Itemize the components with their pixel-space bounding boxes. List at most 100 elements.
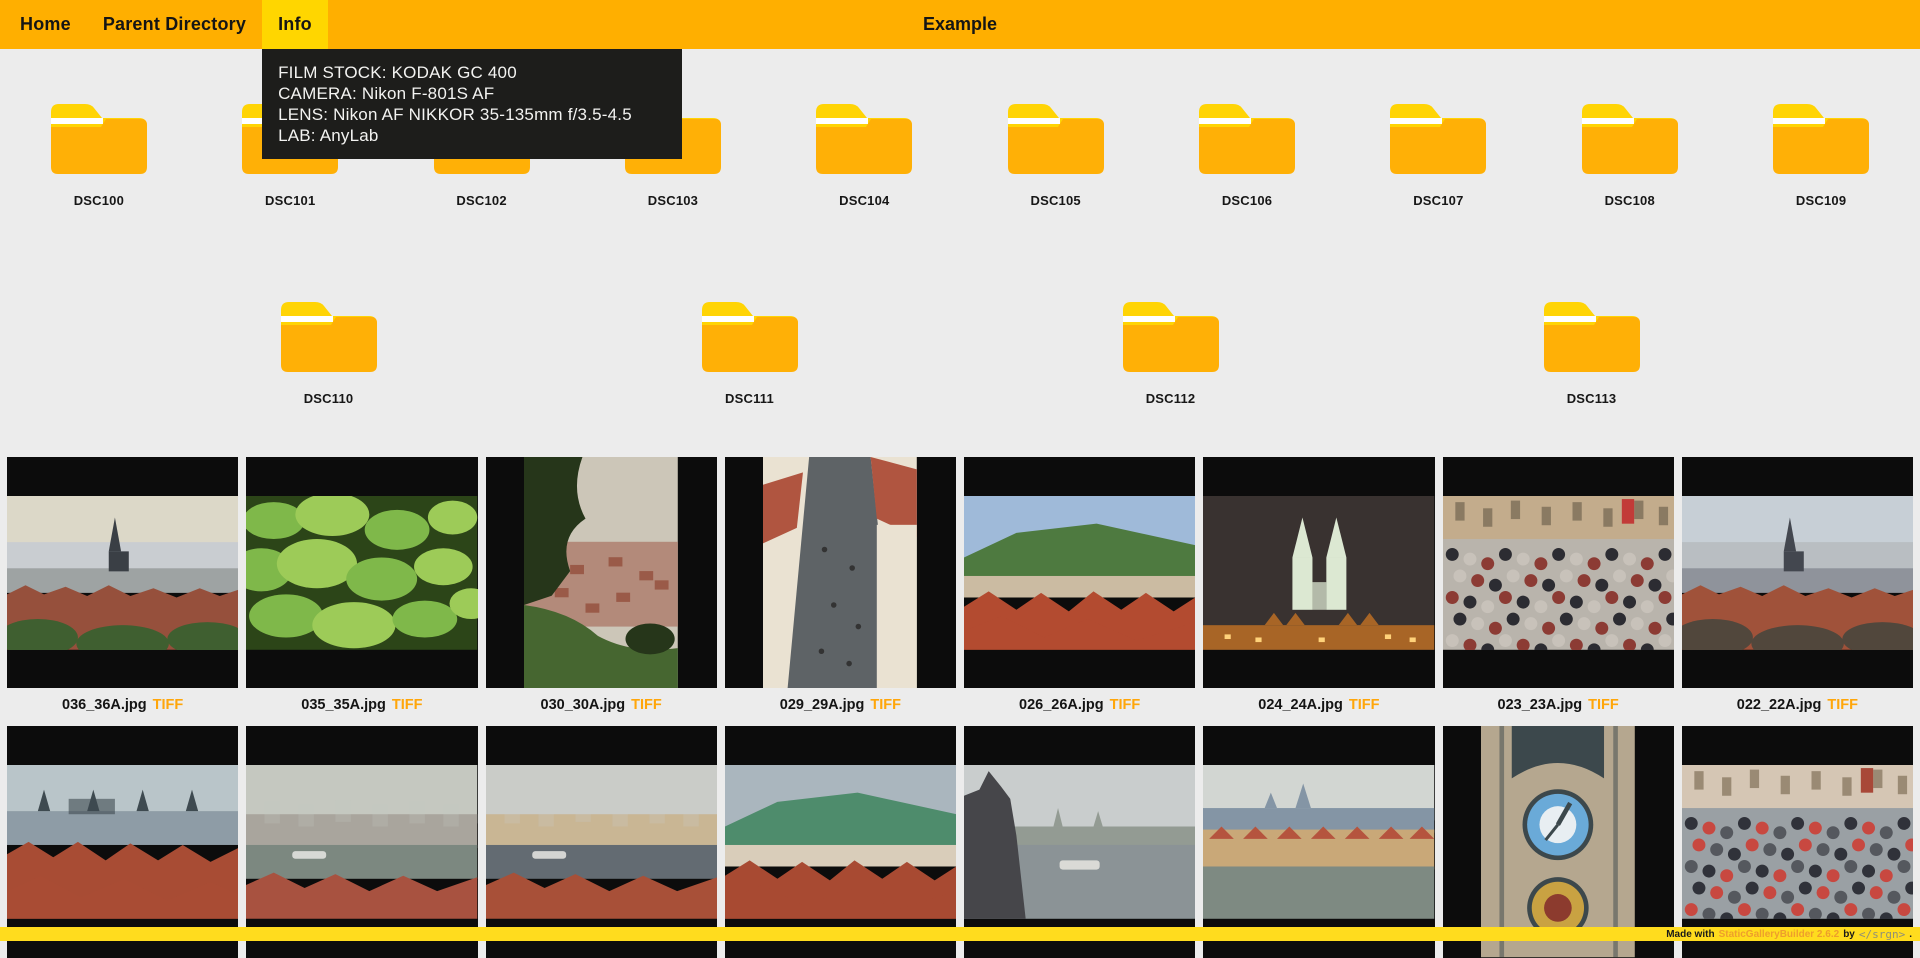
footer-brand-link[interactable]: </srgn> (1859, 928, 1905, 941)
folder-item-dsc112[interactable]: DSC112 (1078, 298, 1263, 406)
photo-thumbnail-029_29a.jpg[interactable] (725, 457, 956, 688)
folder-icon (1542, 298, 1642, 374)
photo-tiff-link[interactable]: TIFF (1349, 697, 1380, 713)
footer-made-with-text: Made with (1666, 929, 1714, 940)
photo-tiff-link[interactable]: TIFF (153, 697, 184, 713)
photo-thumbnail-023_23a.jpg[interactable] (1443, 457, 1674, 688)
photo-tiff-link[interactable]: TIFF (1588, 697, 1619, 713)
folder-item-dsc106[interactable]: DSC106 (1155, 100, 1340, 208)
photo-cell: 029_29A.jpgTIFF (725, 457, 956, 726)
photo-filename: 022_22A.jpg (1737, 697, 1822, 713)
photo-cell: 023_23A.jpg TIFF (1443, 457, 1674, 726)
photo-cell (486, 726, 717, 957)
photo-cell (1682, 726, 1913, 957)
folder-item-dsc104[interactable]: DSC104 (772, 100, 957, 208)
photo-cell: 030_30A.jpg TIFF (486, 457, 717, 726)
photo-cell (964, 726, 1195, 957)
thumbnail-image (1682, 496, 1913, 650)
folder-icon (1388, 100, 1488, 176)
photo-thumbnail[interactable] (246, 726, 477, 957)
photo-cell (1443, 726, 1674, 957)
info-popup-line: CAMERA: Nikon F-801S AF (278, 83, 666, 104)
folder-icon (279, 298, 379, 374)
footer-dot: . (1909, 929, 1912, 940)
photo-filename: 023_23A.jpg (1498, 697, 1583, 713)
info-popup-line: LAB: AnyLab (278, 125, 666, 146)
folder-icon (49, 100, 149, 176)
photo-tiff-link[interactable]: TIFF (631, 697, 662, 713)
folder-label: DSC103 (648, 193, 698, 208)
nav-item-label: Parent Directory (103, 14, 246, 35)
folder-icon (1771, 100, 1871, 176)
photo-thumbnail-026_26a.jpg[interactable] (964, 457, 1195, 688)
folder-item-dsc109[interactable]: DSC109 (1729, 100, 1914, 208)
photo-cell: 026_26A.jpg TIFF (964, 457, 1195, 726)
folder-item-dsc108[interactable]: DSC108 (1537, 100, 1722, 208)
nav-item-home[interactable]: Home (4, 0, 87, 49)
folder-label: DSC107 (1413, 193, 1463, 208)
top-navbar: Home Parent Directory InfoFILM STOCK: KODA… (0, 0, 1920, 49)
thumbnail-image (763, 457, 917, 688)
thumbnail-image (1203, 496, 1434, 650)
folder-item-dsc105[interactable]: DSC105 (963, 100, 1148, 208)
photo-thumbnail[interactable] (725, 726, 956, 957)
photo-filename: 036_36A.jpg (62, 697, 147, 713)
folder-label: DSC111 (725, 391, 774, 406)
photo-thumbnail-036_36a.jpg[interactable] (7, 457, 238, 688)
info-popup-line: LENS: Nikon AF NIKKOR 35-135mm f/3.5-4.5 (278, 104, 666, 125)
photo-caption: 030_30A.jpg TIFF (541, 697, 662, 713)
folder-label: DSC104 (839, 193, 889, 208)
folder-item-dsc113[interactable]: DSC113 (1499, 298, 1684, 406)
photo-filename: 024_24A.jpg (1258, 697, 1343, 713)
folder-item-dsc100[interactable]: DSC100 (6, 100, 191, 208)
footer-builder-link[interactable]: StaticGalleryBuilder 2.6.2 (1719, 929, 1840, 940)
photo-thumbnail-030_30a.jpg[interactable] (486, 457, 717, 688)
photo-caption: 022_22A.jpg TIFF (1737, 697, 1858, 713)
folder-item-dsc110[interactable]: DSC110 (236, 298, 421, 406)
folder-label: DSC101 (265, 193, 315, 208)
footer-by-text: by (1843, 929, 1855, 940)
folder-item-dsc107[interactable]: DSC107 (1346, 100, 1531, 208)
photo-cell (7, 726, 238, 957)
thumbnail-image (1481, 726, 1635, 957)
photo-thumbnail[interactable] (1682, 726, 1913, 957)
footer: Made with StaticGalleryBuilder 2.6.2 by … (0, 927, 1920, 941)
thumbnail-image (725, 765, 956, 919)
photo-caption: 036_36A.jpg TIFF (62, 697, 183, 713)
thumbnail-image (1443, 496, 1674, 650)
photo-cell: 035_35A.jpgTIFF (246, 457, 477, 726)
photo-thumbnail-035_35a.jpg[interactable] (246, 457, 477, 688)
photo-grid: 036_36A.jpgTIFF035_35A.jpgTIFF030_30A.jp… (0, 457, 1920, 958)
photo-thumbnail[interactable] (1443, 726, 1674, 957)
nav-item-info[interactable]: InfoFILM STOCK: KODAK GC 400CAMERA: Niko… (262, 0, 328, 49)
photo-caption: 035_35A.jpgTIFF (301, 697, 422, 713)
photo-tiff-link[interactable]: TIFF (1110, 697, 1141, 713)
photo-thumbnail[interactable] (7, 726, 238, 957)
photo-cell: 024_24A.jpg TIFF (1203, 457, 1434, 726)
folder-label: DSC112 (1146, 391, 1196, 406)
thumbnail-image (246, 765, 477, 919)
nav-item-parent-directory[interactable]: Parent Directory (87, 0, 262, 49)
photo-filename: 030_30A.jpg (541, 697, 626, 713)
folder-icon (814, 100, 914, 176)
thumbnail-image (7, 496, 238, 650)
photo-thumbnail-024_24a.jpg[interactable] (1203, 457, 1434, 688)
photo-thumbnail[interactable] (964, 726, 1195, 957)
photo-caption: 026_26A.jpg TIFF (1019, 697, 1140, 713)
photo-thumbnail[interactable] (1203, 726, 1434, 957)
photo-tiff-link[interactable]: TIFF (870, 697, 901, 713)
photo-thumbnail-022_22a.jpg[interactable] (1682, 457, 1913, 688)
folder-icon (1580, 100, 1680, 176)
photo-tiff-link[interactable]: TIFF (1827, 697, 1858, 713)
folder-label: DSC108 (1605, 193, 1655, 208)
folder-label: DSC113 (1567, 391, 1617, 406)
photo-filename: 026_26A.jpg (1019, 697, 1104, 713)
folder-icon (1197, 100, 1297, 176)
nav-item-label: Home (20, 14, 71, 35)
photo-cell (246, 726, 477, 957)
photo-caption: 029_29A.jpgTIFF (780, 697, 901, 713)
folder-item-dsc111[interactable]: DSC111 (657, 298, 842, 406)
folder-label: DSC100 (74, 193, 124, 208)
photo-tiff-link[interactable]: TIFF (392, 697, 423, 713)
photo-thumbnail[interactable] (486, 726, 717, 957)
